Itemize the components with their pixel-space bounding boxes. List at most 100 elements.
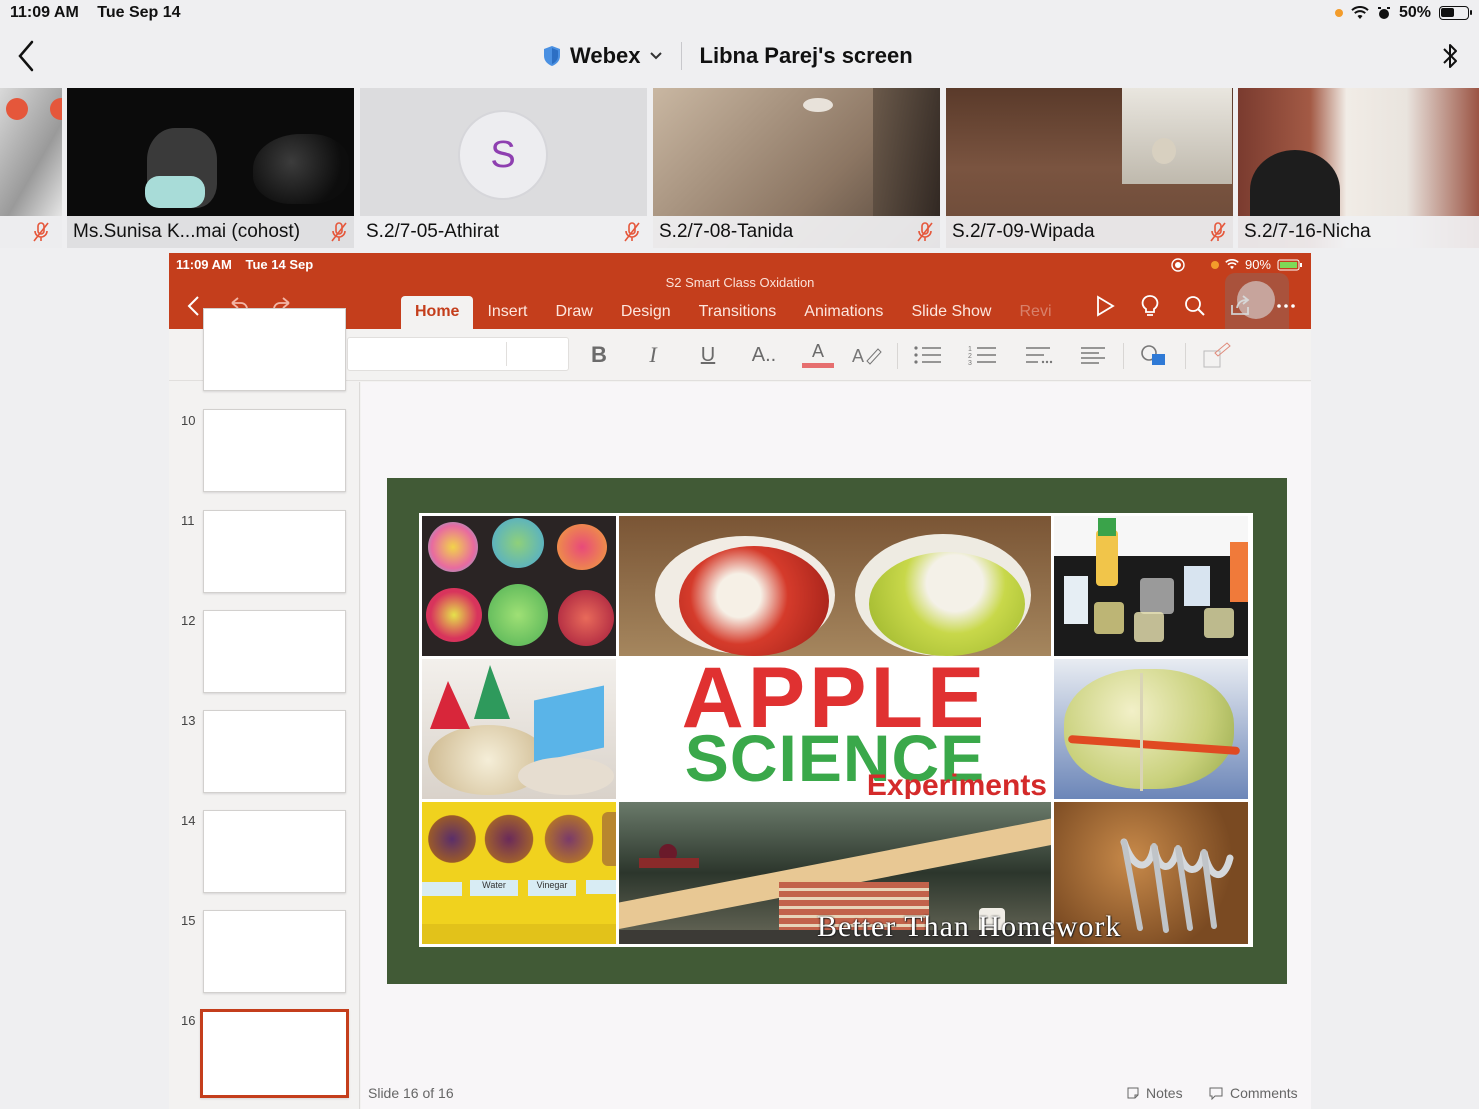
svg-text:1: 1 [968,346,972,353]
slide-canvas: APPLE SCIENCE Experiments Water Vinegar … [361,382,1311,1109]
numbering-icon[interactable]: 123 [968,341,998,369]
search-icon[interactable] [1182,293,1208,319]
lightbulb-icon[interactable] [1137,293,1163,319]
bullets-icon[interactable] [913,341,943,369]
battery-percent: 50% [1398,4,1431,21]
participant-tile[interactable]: S.2/7-16-Nicha [1238,88,1479,248]
font-size-separator [506,342,507,366]
slide-number: 16 [181,1013,196,1028]
text-effects-icon[interactable]: A.. [749,341,779,369]
current-slide[interactable]: APPLE SCIENCE Experiments Water Vinegar … [387,478,1287,984]
slide-thumbnail[interactable] [203,910,346,993]
slide-thumbnail[interactable] [203,710,346,793]
highlight-icon[interactable]: A [851,341,883,369]
header-divider [680,42,682,70]
comments-label: Comments [1230,1085,1298,1101]
slide-thumbnail-selected[interactable] [200,1009,349,1098]
more-icon[interactable] [1273,293,1299,319]
mic-off-icon [624,222,640,242]
slide-title-block: APPLE SCIENCE Experiments [619,659,1051,799]
participant-name: S.2/7-09-Wipada [952,221,1095,242]
ppt-status-time: 11:09 AM [176,257,232,272]
muted-badge-icon [6,98,28,120]
bluetooth-icon[interactable] [1439,40,1461,72]
slide-thumbnail[interactable] [203,510,346,593]
screen-record-icon [1171,257,1185,272]
alarm-icon [1377,7,1390,19]
photo-apple-boats [422,659,616,799]
participant-tile[interactable]: S.2/7-08-Tanida [653,88,940,248]
play-icon[interactable] [1092,293,1118,319]
slide-thumbnail[interactable] [203,610,346,693]
slide-number: 13 [181,713,196,728]
slide-number: 11 [181,513,195,528]
tab-design[interactable]: Design [607,296,685,329]
battery-icon [1439,6,1472,20]
photo-painted-apples [422,516,616,656]
tab-home[interactable]: Home [401,296,474,329]
slide-caption: Better Than Homework [817,910,1122,943]
participant-name: Ms.Sunisa K...mai (cohost) [73,221,301,242]
shapes-icon[interactable] [1139,341,1169,369]
wifi-icon [1225,259,1239,270]
svg-text:2: 2 [968,353,972,360]
participant-name: S.2/7-16-Nicha [1244,221,1371,242]
mic-indicator-icon [1210,260,1219,269]
tab-slide-show[interactable]: Slide Show [897,296,1005,329]
participant-name: S.2/7-05-Athirat [366,221,500,242]
shield-icon [544,46,560,66]
format-painter-icon[interactable] [1201,341,1231,369]
svg-text:A: A [852,346,864,366]
tab-insert[interactable]: Insert [473,296,541,329]
font-color-icon[interactable]: A [801,341,835,369]
wifi-icon [1351,6,1369,19]
battery-charging-icon [1277,259,1302,270]
ppt-battery-percent: 90% [1244,257,1271,272]
paragraph-spacing-icon[interactable] [1024,341,1054,369]
photo-liquid-glasses: Water Vinegar [422,802,616,944]
participant-tile[interactable]: S.2/7-09-Wipada [946,88,1233,248]
photo-apple-rubber-band [1054,659,1248,799]
webex-header: Webex Libna Parej's screen [0,28,1479,86]
status-date: Tue Sep 14 [97,4,181,21]
tab-review[interactable]: Revi [1005,296,1065,329]
mic-off-icon [33,222,49,242]
mic-off-icon [917,222,933,242]
webex-brand-label: Webex [570,43,641,68]
font-name-field[interactable] [347,337,569,371]
slide-thumbnail-pane: 10 11 12 13 14 15 16 [169,308,360,1109]
webex-menu-button[interactable]: Webex [542,43,663,69]
comments-button[interactable]: Comments [1208,1085,1298,1101]
label-vinegar: Vinegar [528,880,576,896]
ribbon-tabs: Home Insert Draw Design Transitions Anim… [401,296,1066,329]
svg-text:3: 3 [968,360,972,366]
label-water: Water [470,880,518,896]
bold-icon[interactable]: B [587,341,611,369]
shared-screen-title: Libna Parej's screen [699,43,913,68]
tab-animations[interactable]: Animations [790,296,897,329]
slide-thumbnail[interactable] [203,308,346,391]
tab-draw[interactable]: Draw [541,296,606,329]
participant-tile-partial[interactable] [0,88,62,248]
align-left-icon[interactable] [1079,341,1107,369]
status-time: 11:09 AM [10,4,79,21]
underline-icon[interactable]: U [696,341,720,369]
slide-title-experiments: Experiments [866,769,1047,800]
toolbar-divider [1185,343,1186,369]
back-chevron-icon[interactable] [14,38,38,74]
toolbar-divider [897,343,898,369]
face-mask [145,176,205,208]
participant-tile[interactable]: S S.2/7-05-Athirat [360,88,647,248]
slide-thumbnail[interactable] [203,810,346,893]
mic-indicator-icon [1334,9,1343,17]
toolbar-divider [1123,343,1124,369]
notes-button[interactable]: Notes [1126,1085,1183,1101]
slide-number: 15 [181,913,196,928]
italic-icon[interactable]: I [643,341,663,369]
photo-liquid-cups [1054,516,1248,656]
ppt-status-date: Tue 14 Sep [245,257,314,272]
slide-thumbnail[interactable] [203,409,346,492]
participant-tile[interactable]: Ms.Sunisa K...mai (cohost) [67,88,354,248]
photo-apples-foam [619,516,1051,656]
tab-transitions[interactable]: Transitions [685,296,791,329]
